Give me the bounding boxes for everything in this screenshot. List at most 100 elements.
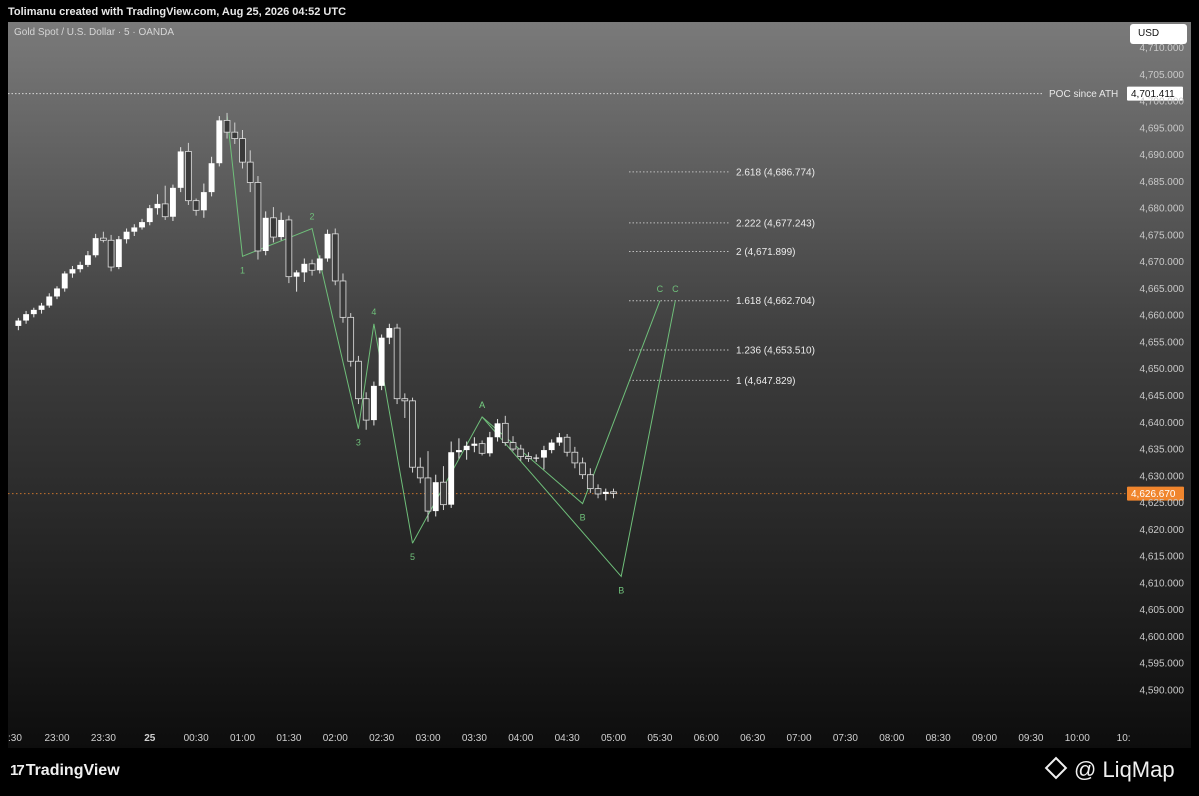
candle-body-down — [339, 280, 347, 318]
time-tick-label: 23:00 — [44, 733, 69, 744]
candle — [177, 147, 184, 193]
fib-level-label: 2 (4,671.899) — [736, 247, 796, 258]
candle — [192, 198, 200, 216]
tradingview-logo[interactable]: 17 TradingView — [10, 762, 120, 780]
candle-body-up — [131, 227, 138, 232]
candle-body-up — [54, 288, 60, 297]
time-tick-label: 01:30 — [276, 733, 301, 744]
candle-body-down — [254, 182, 262, 252]
wave-label: B — [618, 585, 624, 595]
candle — [548, 439, 555, 454]
candle — [185, 142, 192, 205]
liqmap-watermark: @ LiqMap — [1044, 756, 1175, 783]
fib-level-label: 1.236 (4,653.510) — [736, 345, 815, 356]
candle — [416, 457, 424, 484]
time-tick-label: 03:00 — [415, 733, 440, 744]
price-tick-label: 4,655.000 — [1140, 337, 1185, 348]
candle — [131, 224, 138, 236]
candle-body-up — [115, 239, 122, 268]
candle-body-down — [239, 138, 246, 163]
footer-bar — [0, 748, 1199, 796]
time-tick-label: 10:00 — [1065, 733, 1090, 744]
candle-body-up — [486, 437, 493, 454]
candle-body-up — [216, 120, 223, 164]
candle-body-down — [192, 200, 200, 211]
candle-body-up — [30, 309, 37, 315]
candle-body-up — [46, 296, 53, 306]
candle — [254, 176, 262, 260]
correction-wave-path — [481, 300, 676, 578]
candle — [30, 307, 37, 318]
candle-body-up — [146, 208, 153, 223]
price-tick-label: 4,685.000 — [1140, 177, 1185, 188]
candle — [146, 204, 153, 226]
candle-body-down — [517, 448, 525, 457]
candle — [362, 392, 370, 430]
wave-label: 1 — [240, 265, 245, 275]
candle — [231, 122, 239, 144]
wave-label: 2 — [310, 212, 315, 222]
poc-label: POC since ATH — [1049, 89, 1118, 100]
wave-label: 4 — [371, 307, 376, 317]
candle-body-up — [301, 263, 308, 273]
fib-level-label: 2.618 (4,686.774) — [736, 167, 815, 178]
candle-body-up — [602, 491, 609, 494]
candle-body-up — [324, 233, 331, 259]
candle — [339, 273, 347, 323]
candle-body-down — [355, 360, 362, 400]
candle — [46, 293, 53, 308]
candle-body-up — [23, 314, 30, 321]
candle-body-down — [401, 398, 409, 402]
wave-label: A — [479, 400, 485, 410]
candle — [123, 228, 130, 244]
candle-body-up — [548, 442, 555, 451]
price-chart[interactable]: 2.618 (4,686.774) 2.222 (4,677.243) 2 (4,6… — [0, 0, 1199, 796]
candle — [448, 441, 455, 508]
candle-body-down — [347, 316, 355, 362]
candle-body-down — [563, 436, 571, 453]
time-tick-label: 07:30 — [833, 733, 858, 744]
elliott-wave-layer: 12345ABCABC — [226, 114, 679, 595]
candle-body-up — [432, 482, 439, 512]
candle-body-up — [378, 337, 385, 386]
candle-body-up — [293, 272, 300, 277]
wave-label: 3 — [356, 438, 361, 448]
candle-body-up — [386, 328, 393, 338]
tradingview-mark-icon: 17 — [10, 762, 25, 779]
price-tick-label: 4,600.000 — [1140, 632, 1185, 643]
currency-button[interactable]: USD — [1130, 24, 1187, 44]
candle-body-down — [440, 481, 447, 506]
candle — [285, 215, 293, 284]
symbol-label[interactable]: Gold Spot / U.S. Dollar · 5 · OANDA — [14, 27, 174, 38]
candle-body-down — [246, 161, 254, 183]
candle — [54, 286, 60, 300]
candle — [486, 431, 493, 457]
price-tick-label: 4,650.000 — [1140, 364, 1185, 375]
candle-body-up — [471, 443, 478, 446]
candle-body-up — [15, 320, 22, 326]
candle — [594, 484, 602, 499]
candle — [370, 381, 377, 426]
time-tick-label: 09:30 — [1018, 733, 1043, 744]
price-tick-label: 4,670.000 — [1140, 257, 1185, 268]
time-axis: :30 23:00 23:30 25 00:30 01:00 01:30 02:00 02:30… — [8, 733, 1131, 744]
candle-body-down — [416, 466, 424, 479]
fib-level-label: 1.618 (4,662.704) — [736, 296, 815, 307]
price-tick-label: 4,620.000 — [1140, 525, 1185, 536]
candle-body-down — [501, 422, 509, 443]
time-tick-label: 04:00 — [508, 733, 533, 744]
candle — [154, 194, 161, 215]
price-tick-label: 4,625.000 — [1140, 498, 1185, 509]
price-tick-label: 4,615.000 — [1140, 552, 1185, 563]
candle — [424, 451, 432, 522]
candle — [355, 355, 362, 405]
price-tick-label: 4,645.000 — [1140, 391, 1185, 402]
candle-body-up — [84, 255, 91, 265]
fib-level-label: 2.222 (4,677.243) — [736, 218, 815, 229]
price-tick-label: 4,675.000 — [1140, 230, 1185, 241]
candle — [393, 323, 401, 405]
candle — [571, 446, 579, 469]
wave-label: 5 — [410, 552, 415, 562]
price-tick-label: 4,590.000 — [1140, 685, 1185, 696]
price-tick-label: 4,630.000 — [1140, 471, 1185, 482]
